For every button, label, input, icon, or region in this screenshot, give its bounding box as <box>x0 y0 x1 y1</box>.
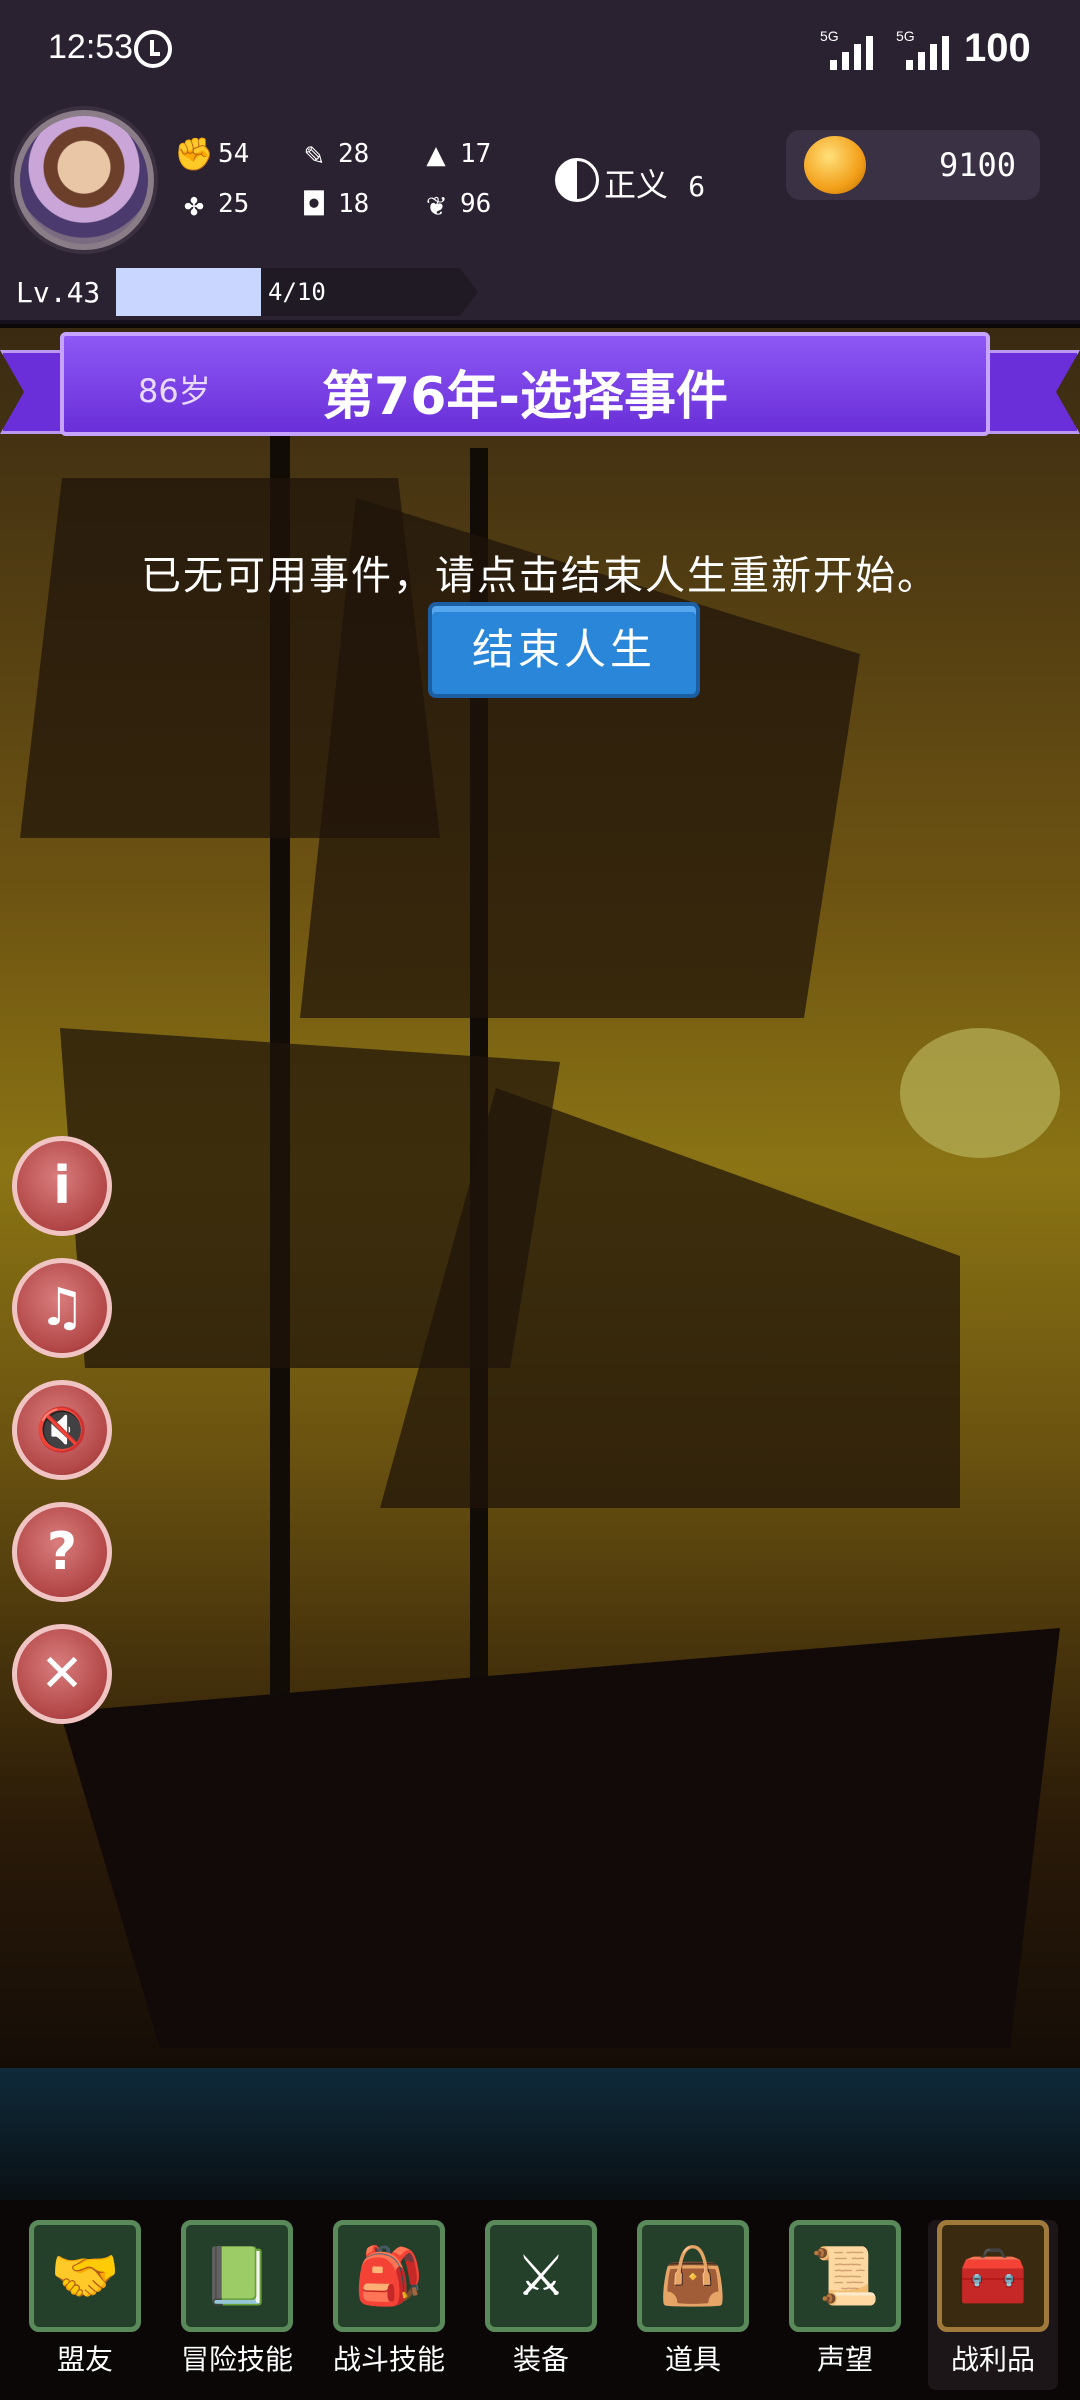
clock: 12:53 <box>48 28 134 66</box>
level-label: Lv.43 <box>16 276 101 309</box>
xp-fill <box>116 268 261 316</box>
nav-equipment[interactable]: ⚔ 装备 <box>476 2220 606 2390</box>
sea-waves <box>0 2068 1080 2200</box>
treasure-chest-icon: 🧰 <box>937 2220 1049 2332</box>
stat-constitution: ◘ 18 <box>296 185 369 223</box>
crossed-swords-icon: ⚔ <box>485 2220 597 2332</box>
alarm-icon <box>134 30 172 68</box>
clover-icon: ✤ <box>184 185 204 223</box>
nav-reputation[interactable]: 📜 声望 <box>780 2220 910 2390</box>
nav-loot[interactable]: 🧰 战利品 <box>928 2220 1058 2390</box>
sound-off-icon: 🔇 <box>35 1405 89 1454</box>
satchel-icon: 🎒 <box>333 2220 445 2332</box>
coin-count: 9100 <box>938 146 1016 184</box>
nav-items[interactable]: 👜 道具 <box>628 2220 758 2390</box>
nav-combat-skills[interactable]: 🎒 战斗技能 <box>324 2220 454 2390</box>
close-button[interactable]: ✕ <box>12 1624 112 1724</box>
status-bar: 12:53 5G 5G 100 <box>0 0 1080 100</box>
signal-icon: 5G <box>820 28 890 70</box>
morality-display: 正义 6 <box>604 166 706 204</box>
signal-icon-2: 5G <box>896 28 966 70</box>
stat-magic: ▲ 17 <box>418 135 491 173</box>
no-events-message: 已无可用事件，请点击结束人生重新开始。 <box>141 553 939 599</box>
handshake-icon: 🤝 <box>29 2220 141 2332</box>
spellbook-icon: 📗 <box>181 2220 293 2332</box>
ship-hull <box>60 1628 1060 2048</box>
sun <box>900 1028 1060 1158</box>
help-button[interactable]: ? <box>12 1502 112 1602</box>
info-icon: i <box>53 1156 71 1216</box>
info-button[interactable]: i <box>12 1136 112 1236</box>
xp-text: 4/10 <box>268 278 326 306</box>
fist-icon: ✊ <box>174 135 214 173</box>
help-icon: ? <box>46 1522 78 1582</box>
banner-title: 第76年-选择事件 <box>322 367 728 427</box>
music-off-icon: ♫ <box>38 1278 86 1338</box>
wings-icon: ❦ <box>426 185 446 223</box>
scroll-icon: 📜 <box>789 2220 901 2332</box>
stat-strength: ✊ 54 <box>174 135 250 173</box>
chest-armor-icon: ◘ <box>304 185 324 223</box>
music-off-button[interactable]: ♫ <box>12 1258 112 1358</box>
bottom-nav: 🤝 盟友 📗 冒险技能 🎒 战斗技能 ⚔ 装备 👜 道具 📜 声望 🧰 战利品 <box>0 2200 1080 2400</box>
battery-level: 100 <box>964 26 1031 70</box>
nav-allies[interactable]: 🤝 盟友 <box>20 2220 150 2390</box>
quill-icon: ✎ <box>304 135 324 173</box>
coin-panel: 9100 <box>786 130 1040 200</box>
yin-yang-icon <box>555 158 599 202</box>
sound-off-button[interactable]: 🔇 <box>12 1380 112 1480</box>
stat-agility: ❦ 96 <box>418 185 491 223</box>
nav-adventure-skills[interactable]: 📗 冒险技能 <box>172 2220 302 2390</box>
year-banner: 86岁 第76年-选择事件 <box>60 332 990 436</box>
wizard-hat-icon: ▲ <box>426 135 446 173</box>
end-life-button[interactable]: 结束人生 <box>428 602 700 698</box>
pouch-icon: 👜 <box>637 2220 749 2332</box>
close-icon: ✕ <box>40 1644 84 1704</box>
stat-intelligence: ✎ 28 <box>296 135 369 173</box>
avatar[interactable] <box>14 110 154 250</box>
gold-coin-icon <box>804 136 866 194</box>
stat-luck: ✤ 25 <box>176 185 249 223</box>
xp-bar: 4/10 <box>116 268 478 316</box>
player-header: ✊ 54 ✎ 28 ▲ 17 ✤ 25 ◘ 18 ❦ 96 正义 6 9100 … <box>0 100 1080 324</box>
